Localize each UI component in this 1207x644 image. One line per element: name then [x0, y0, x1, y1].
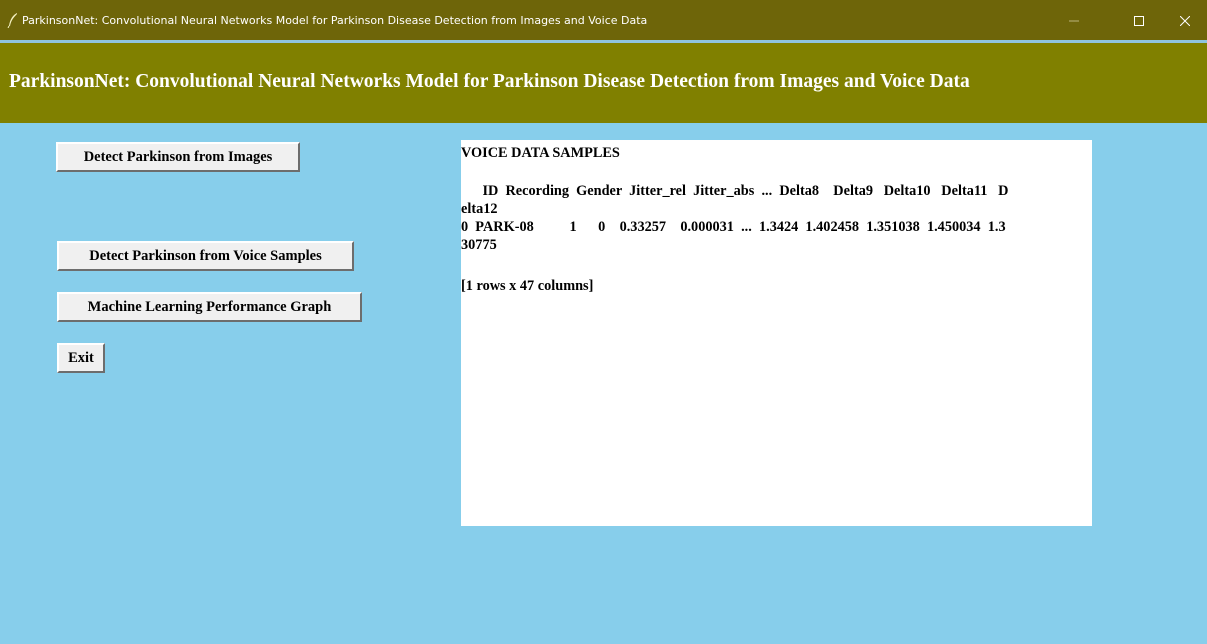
close-icon — [1180, 16, 1190, 26]
exit-button[interactable]: Exit — [57, 343, 105, 373]
output-line: 0 PARK-08 1 0 0.33257 0.000031 ... 1.342… — [461, 219, 1006, 235]
output-line: 30775 — [461, 237, 497, 253]
output-line: elta12 — [461, 201, 498, 217]
app-header: ParkinsonNet: Convolutional Neural Netwo… — [0, 43, 1207, 123]
output-text-area[interactable]: VOICE DATA SAMPLES ID Recording Gender J… — [461, 140, 1092, 526]
minimize-button[interactable] — [1052, 6, 1096, 36]
feather-icon — [7, 12, 19, 29]
detect-images-button[interactable]: Detect Parkinson from Images — [56, 142, 300, 172]
detect-voice-button[interactable]: Detect Parkinson from Voice Samples — [57, 241, 354, 271]
output-heading: VOICE DATA SAMPLES — [461, 145, 620, 161]
output-line: [1 rows x 47 columns] — [461, 278, 594, 294]
maximize-button[interactable] — [1117, 6, 1161, 36]
title-bar[interactable]: ParkinsonNet: Convolutional Neural Netwo… — [0, 0, 1207, 40]
minimize-icon — [1069, 20, 1079, 22]
close-button[interactable] — [1163, 6, 1207, 36]
output-line: ID Recording Gender Jitter_rel Jitter_ab… — [461, 183, 1009, 199]
maximize-icon — [1134, 16, 1144, 26]
app-window: ParkinsonNet: Convolutional Neural Netwo… — [0, 0, 1207, 644]
page-title: ParkinsonNet: Convolutional Neural Netwo… — [9, 71, 970, 92]
window-title: ParkinsonNet: Convolutional Neural Netwo… — [22, 14, 648, 27]
ml-performance-graph-button[interactable]: Machine Learning Performance Graph — [57, 292, 362, 322]
